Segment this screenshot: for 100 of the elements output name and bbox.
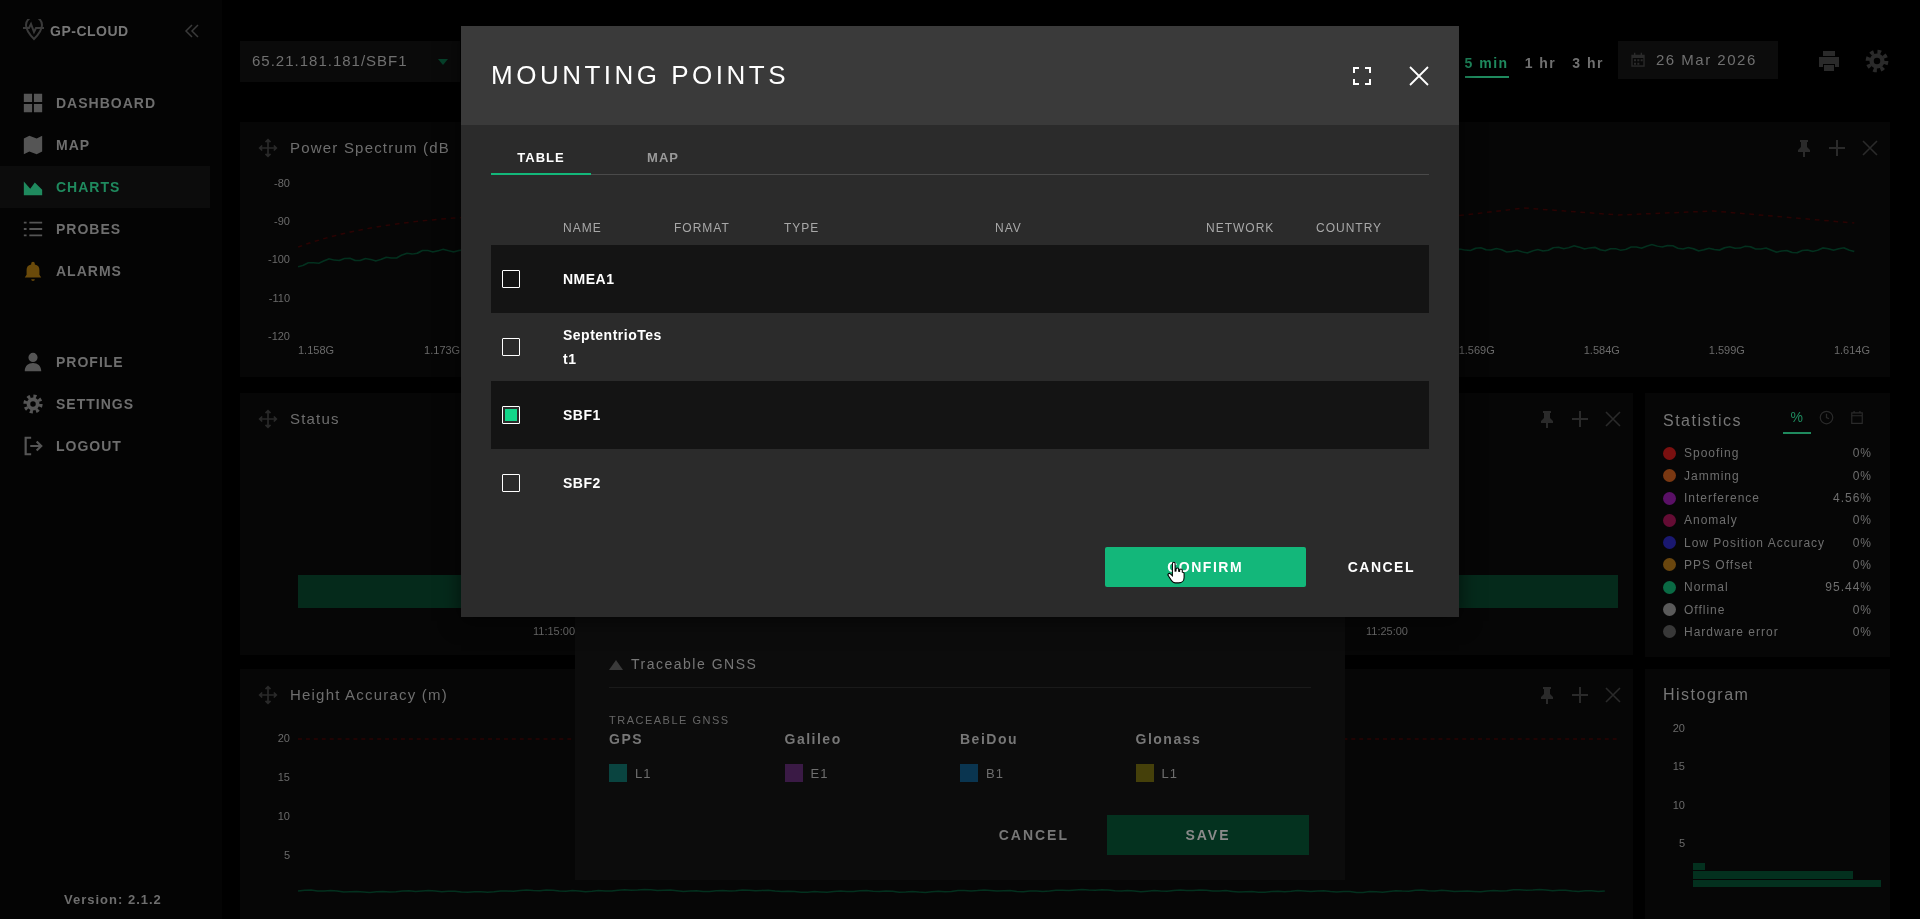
collapse-icon[interactable]: [184, 23, 200, 39]
checkbox-label: L1: [1161, 764, 1178, 783]
column-header: TYPE: [784, 220, 821, 237]
time-range-link[interactable]: 5 min: [1464, 53, 1509, 78]
stat-value: 0%: [1852, 556, 1872, 574]
section-heading[interactable]: Traceable GNSS: [631, 654, 758, 675]
stat-label: Normal: [1684, 579, 1730, 597]
stat-label: Jamming: [1684, 467, 1741, 485]
system-name: BeiDou: [960, 729, 1019, 749]
axis-tick-label: 11:15:00: [533, 624, 575, 640]
sidebar-item[interactable]: DASHBOARD: [0, 82, 210, 124]
probe-select[interactable]: 65.21.181.181/SBF1: [240, 41, 460, 82]
stat-value: 0%: [1852, 445, 1872, 463]
grid-icon: [22, 92, 44, 114]
save-button[interactable]: SAVE: [1107, 815, 1309, 855]
stat-value: 0%: [1852, 601, 1872, 619]
column-header: NETWORK: [1206, 220, 1276, 237]
axis-tick-label: 1.158G: [298, 342, 335, 358]
checkbox[interactable]: [609, 764, 627, 783]
stat-label: Offline: [1684, 601, 1727, 619]
sidebar-item[interactable]: PROBES: [0, 208, 210, 250]
column-header: NAV: [995, 220, 1023, 237]
checkbox-label: B1: [986, 764, 1004, 783]
sidebar-item[interactable]: MAP: [0, 124, 210, 166]
calendar-icon: [1850, 410, 1864, 426]
table-row[interactable]: SBF1: [491, 381, 1429, 449]
axis-tick-label: 1.569G: [1458, 342, 1495, 358]
time-range-link[interactable]: 3 hr: [1572, 53, 1604, 78]
checkbox[interactable]: [784, 764, 803, 783]
tab[interactable]: MAP: [613, 143, 713, 175]
axis-tick-label: 5: [282, 850, 290, 861]
print-icon[interactable]: [1816, 49, 1842, 73]
clock-icon: [1819, 410, 1834, 426]
stat-value: 0%: [1852, 512, 1872, 530]
plus-icon[interactable]: [1571, 410, 1589, 429]
stat-value: 0%: [1852, 467, 1872, 485]
axis-tick-label: 15: [1671, 761, 1685, 773]
logo-text: GP-CLOUD: [50, 21, 129, 41]
dialog-title: MOUNTING POINTS: [491, 59, 791, 92]
tab[interactable]: TABLE: [491, 143, 591, 175]
plus-icon[interactable]: [1571, 686, 1589, 704]
axis-tick-label: 15: [276, 772, 290, 783]
checkbox-label: L1: [635, 764, 652, 783]
axis-tick-label: 5: [1677, 838, 1685, 849]
cancel-button[interactable]: CANCEL: [1341, 555, 1421, 579]
table-row[interactable]: NMEA1: [491, 245, 1429, 313]
bell-icon: [22, 260, 44, 282]
table-cell: SBF1: [563, 407, 601, 423]
cancel-button[interactable]: CANCEL: [992, 823, 1075, 847]
column-header: FORMAT: [674, 220, 731, 237]
stat-value: 0%: [1852, 623, 1872, 641]
table-row[interactable]: SeptentrioTest1: [491, 313, 1429, 381]
move-icon: [258, 685, 278, 705]
date-picker[interactable]: 26 Mar 2026: [1618, 41, 1778, 79]
axis-tick-label: 1.584G: [1583, 342, 1620, 358]
axis-tick-label: -80: [273, 177, 290, 189]
axis-tick-label: 1.614G: [1833, 342, 1870, 358]
sidebar-item[interactable]: PROFILE: [0, 341, 210, 383]
stat-value: 95.44%: [1825, 579, 1872, 597]
triangle-icon[interactable]: [609, 659, 623, 670]
axis-tick-label: 11:25:00: [1366, 624, 1408, 640]
settings-icon[interactable]: [1864, 48, 1890, 74]
map-icon: [22, 134, 44, 156]
stat-label: Low Position Accuracy: [1684, 534, 1827, 552]
time-range-link[interactable]: 1 hr: [1524, 53, 1557, 78]
checkbox[interactable]: [960, 764, 978, 783]
stat-label: Interference: [1684, 490, 1762, 508]
plus-icon[interactable]: [1828, 138, 1846, 157]
sidebar-item[interactable]: CHARTS: [0, 166, 210, 208]
panel-title: Height Accuracy (m): [290, 684, 448, 705]
caret-icon: [438, 58, 448, 65]
stat-label: Hardware error: [1684, 623, 1780, 641]
move-icon: [258, 409, 278, 430]
stat-label: Anomaly: [1684, 512, 1739, 530]
statistics-tab[interactable]: %: [1782, 407, 1811, 435]
table-cell: NMEA1: [563, 271, 615, 287]
pin-icon[interactable]: [1796, 138, 1812, 157]
pin-icon[interactable]: [1539, 410, 1555, 429]
table-row[interactable]: SBF2: [491, 449, 1429, 517]
sidebar-item[interactable]: SETTINGS: [0, 383, 210, 425]
axis-tick-label: -110: [267, 292, 290, 304]
field-label: TRACEABLE GNSS: [609, 713, 731, 728]
sidebar-item[interactable]: ALARMS: [0, 250, 210, 292]
system-name: Galileo: [784, 729, 843, 749]
pin-icon[interactable]: [1539, 686, 1555, 704]
column-header: NAME: [563, 220, 603, 237]
version-text: Version: 2.1.2: [63, 890, 163, 909]
stat-value: 4.56%: [1832, 490, 1872, 508]
axis-tick-label: 10: [1671, 799, 1685, 811]
axis-tick-label: 1.173G: [424, 342, 461, 358]
settings-icon: [22, 393, 44, 415]
checkbox[interactable]: [1135, 764, 1154, 783]
fullscreen-icon[interactable]: [1353, 66, 1371, 85]
move-icon: [258, 137, 278, 158]
checkbox-label: E1: [810, 764, 829, 783]
stat-label: PPS Offset: [1684, 556, 1755, 574]
system-name: Glonass: [1135, 729, 1203, 749]
calendar-icon: [1630, 52, 1646, 68]
sidebar-item[interactable]: LOGOUT: [0, 425, 210, 467]
axis-tick-label: 10: [276, 811, 290, 822]
